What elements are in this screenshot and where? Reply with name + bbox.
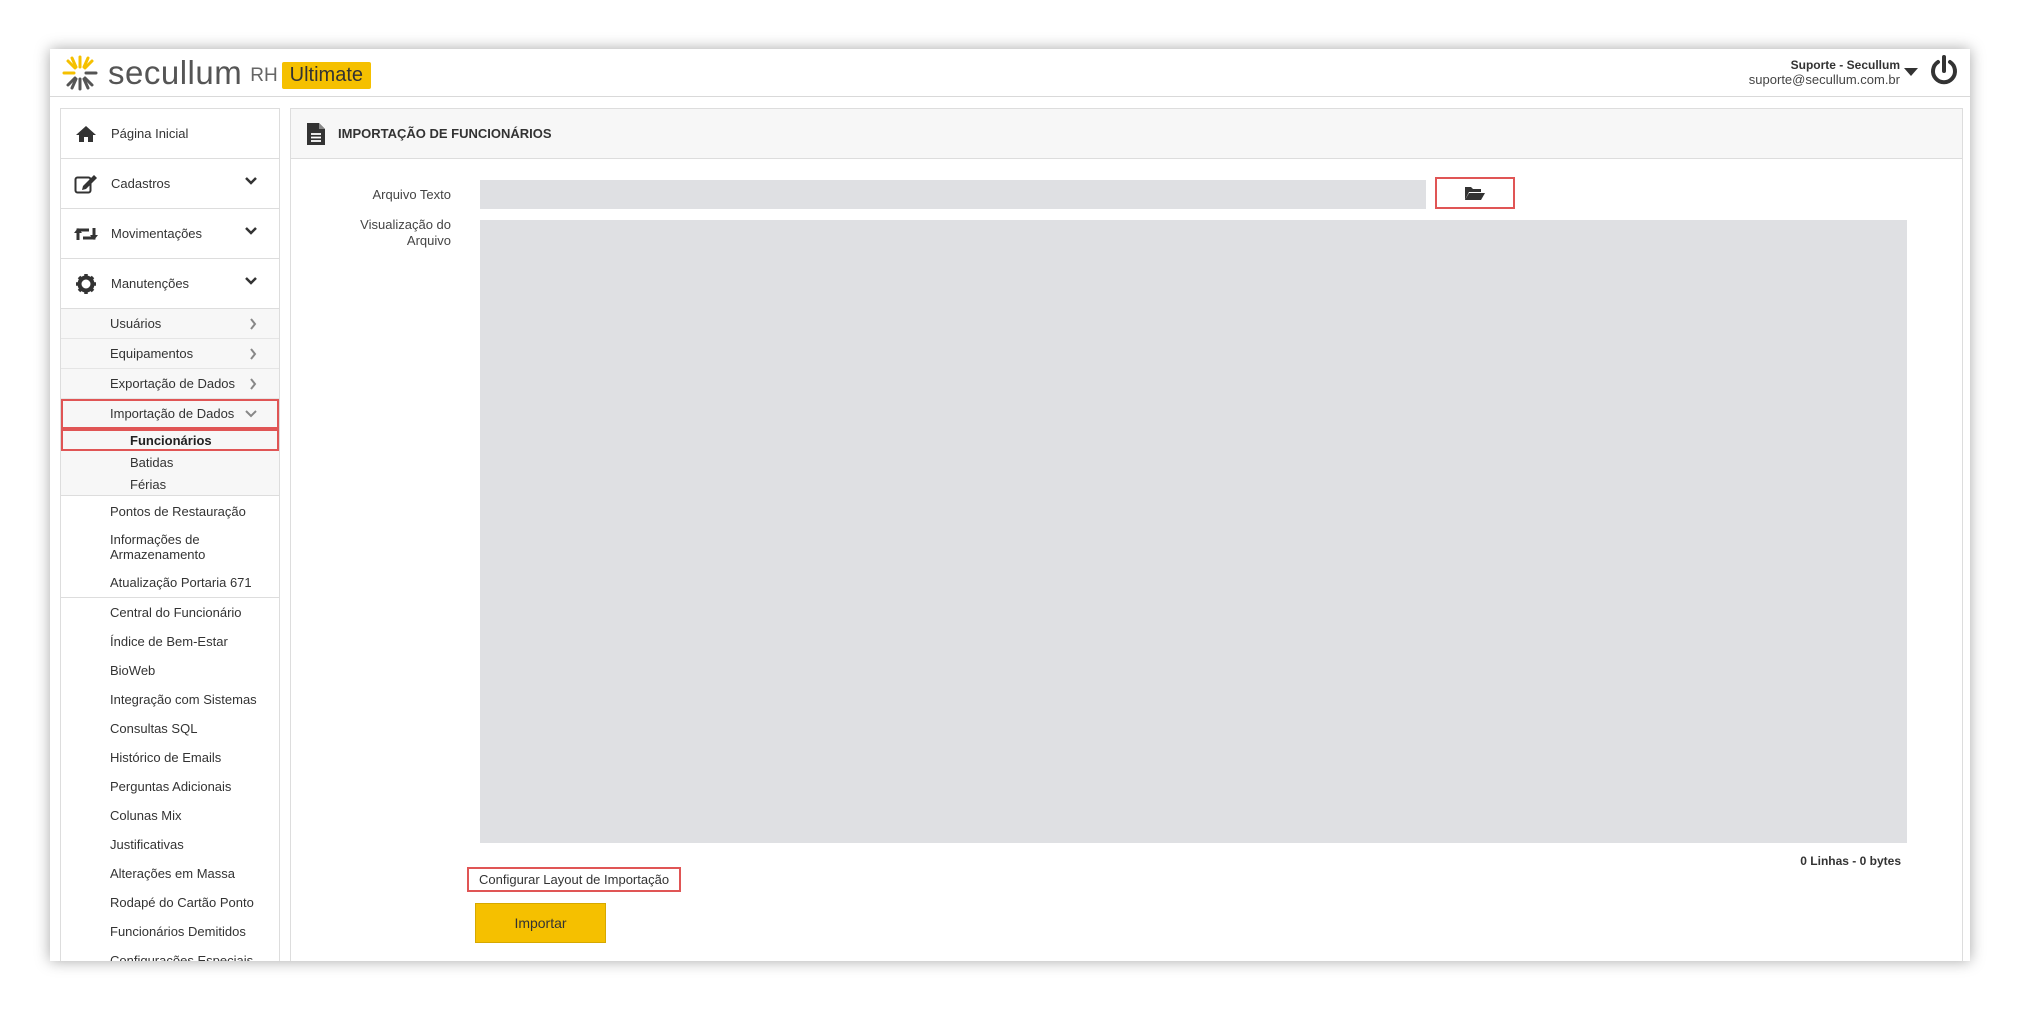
file-path-input[interactable]: [480, 180, 1426, 209]
sidebar: Página Inicial Cadastros Movimentações M…: [60, 108, 280, 961]
sidebar-subitem-rodape-cartao[interactable]: Rodapé do Cartão Ponto: [61, 888, 279, 917]
file-preview-area[interactable]: [480, 220, 1907, 843]
sidebar-subitem-usuarios[interactable]: Usuários: [61, 309, 279, 339]
user-name: Suporte - Secullum: [1790, 58, 1900, 72]
sidebar-subitem-label: Importação de Dados: [110, 406, 235, 421]
sidebar-subsub-batidas[interactable]: Batidas: [61, 451, 279, 473]
folder-open-icon: [1465, 187, 1485, 200]
chevron-right-icon: [250, 318, 257, 330]
sidebar-subitem-bioweb[interactable]: BioWeb: [61, 656, 279, 685]
page-title: IMPORTAÇÃO DE FUNCIONÁRIOS: [338, 126, 552, 141]
sidebar-subitem-demitidos[interactable]: Funcionários Demitidos: [61, 917, 279, 946]
edition-badge: Ultimate: [281, 61, 372, 89]
sidebar-item-movimentacoes[interactable]: Movimentações: [61, 209, 279, 259]
file-label: Arquivo Texto: [372, 187, 451, 202]
chevron-down-icon: [245, 177, 257, 185]
sidebar-subsub-label: Funcionários: [130, 432, 212, 448]
sidebar-subitem-label: Colunas Mix: [110, 808, 182, 823]
sidebar-subsub-label: Férias: [130, 476, 167, 492]
logo[interactable]: secullum RH Ultimate: [60, 54, 372, 91]
sidebar-subitem-label: BioWeb: [110, 663, 156, 678]
sidebar-subitem-label: Consultas SQL: [110, 721, 198, 736]
chevron-down-icon: [245, 410, 257, 418]
sidebar-subitem-pontos-restauracao[interactable]: Pontos de Restauração: [61, 496, 279, 526]
import-button[interactable]: Importar: [475, 903, 606, 943]
sidebar-subitem-equipamentos[interactable]: Equipamentos: [61, 339, 279, 369]
top-bar: secullum RH Ultimate Suporte - Secullum …: [50, 49, 1970, 97]
sidebar-subitem-consultas-sql[interactable]: Consultas SQL: [61, 714, 279, 743]
sidebar-subitem-label: Funcionários Demitidos: [110, 924, 246, 939]
sidebar-subitem-central-funcionario[interactable]: Central do Funcionário: [61, 598, 279, 627]
chevron-right-icon: [250, 348, 257, 360]
sidebar-subitem-label: Equipamentos: [110, 346, 194, 361]
chevron-down-icon: [245, 277, 257, 285]
browse-file-button[interactable]: [1435, 177, 1515, 209]
sidebar-subitem-colunas-mix[interactable]: Colunas Mix: [61, 801, 279, 830]
secullum-logo-icon: [62, 55, 98, 91]
sidebar-subitem-label: Atualização Portaria 671: [110, 575, 252, 590]
sidebar-subitem-alteracoes-massa[interactable]: Alterações em Massa: [61, 859, 279, 888]
product-name: RH: [250, 65, 278, 86]
sidebar-subitem-label: Informações de Armazenamento: [110, 532, 206, 562]
preview-label: Visualização do Arquivo: [360, 217, 451, 248]
sidebar-subsub-funcionarios[interactable]: Funcionários: [61, 429, 279, 451]
sidebar-subitem-historico-emails[interactable]: Histórico de Emails: [61, 743, 279, 772]
chevron-right-icon: [250, 378, 257, 390]
sidebar-item-label: Cadastros: [111, 176, 171, 191]
sidebar-subitem-label: Central do Funcionário: [110, 605, 242, 620]
sidebar-item-pagina-inicial[interactable]: Página Inicial: [61, 109, 279, 159]
sidebar-subitem-label: Usuários: [110, 316, 162, 331]
sidebar-subitem-label: Integração com Sistemas: [110, 692, 257, 707]
sidebar-subitem-portaria-671[interactable]: Atualização Portaria 671: [61, 568, 279, 598]
sidebar-item-manutencoes[interactable]: Manutenções: [61, 259, 279, 309]
sidebar-subitem-label: Justificativas: [110, 837, 184, 852]
sidebar-subitem-bem-estar[interactable]: Índice de Bem-Estar: [61, 627, 279, 656]
app-window: secullum RH Ultimate Suporte - Secullum …: [50, 49, 1970, 961]
sidebar-subitem-armazenamento[interactable]: Informações de Armazenamento: [61, 526, 279, 568]
sidebar-subitem-integracao[interactable]: Integração com Sistemas: [61, 685, 279, 714]
caret-down-icon[interactable]: [1904, 68, 1918, 76]
edit-icon: [73, 173, 99, 195]
user-email: suporte@secullum.com.br: [1748, 72, 1900, 87]
sidebar-subitem-justificativas[interactable]: Justificativas: [61, 830, 279, 859]
sidebar-subitem-label: Pontos de Restauração: [110, 503, 246, 519]
sidebar-subitem-label: Histórico de Emails: [110, 750, 222, 765]
sidebar-item-label: Página Inicial: [111, 126, 189, 141]
panel-header: IMPORTAÇÃO DE FUNCIONÁRIOS: [291, 109, 1962, 159]
sidebar-subitem-exportacao[interactable]: Exportação de Dados: [61, 369, 279, 399]
sidebar-subitem-importacao[interactable]: Importação de Dados: [61, 399, 279, 429]
retweet-icon: [73, 223, 99, 245]
chevron-down-icon: [245, 227, 257, 235]
sidebar-subitem-label: Índice de Bem-Estar: [110, 634, 228, 649]
sidebar-item-cadastros[interactable]: Cadastros: [61, 159, 279, 209]
brand-name: secullum: [108, 54, 243, 91]
file-stats: 0 Linhas - 0 bytes: [1800, 854, 1901, 868]
power-icon[interactable]: [1928, 54, 1960, 88]
sidebar-subsub-label: Batidas: [130, 454, 174, 470]
main-panel: IMPORTAÇÃO DE FUNCIONÁRIOS Arquivo Texto…: [290, 108, 1963, 961]
gear-icon: [73, 273, 99, 295]
sidebar-subitem-label: Exportação de Dados: [110, 376, 236, 391]
configure-layout-link[interactable]: Configurar Layout de Importação: [467, 867, 682, 892]
home-icon: [73, 123, 99, 145]
sidebar-item-label: Manutenções: [111, 276, 190, 291]
sidebar-item-label: Movimentações: [111, 226, 203, 241]
sidebar-subitem-label: Perguntas Adicionais: [110, 779, 232, 794]
user-menu[interactable]: Suporte - Secullum suporte@secullum.com.…: [1749, 58, 1900, 87]
sidebar-subsub-ferias[interactable]: Férias: [61, 473, 279, 496]
sidebar-subitem-perguntas[interactable]: Perguntas Adicionais: [61, 772, 279, 801]
sidebar-subitem-label: Alterações em Massa: [110, 866, 235, 881]
sidebar-subitem-config-especiais[interactable]: Configurações Especiais: [61, 946, 279, 961]
document-icon: [307, 122, 325, 145]
sidebar-subitem-label: Configurações Especiais: [110, 953, 254, 961]
sidebar-subitem-label: Rodapé do Cartão Ponto: [110, 895, 254, 910]
